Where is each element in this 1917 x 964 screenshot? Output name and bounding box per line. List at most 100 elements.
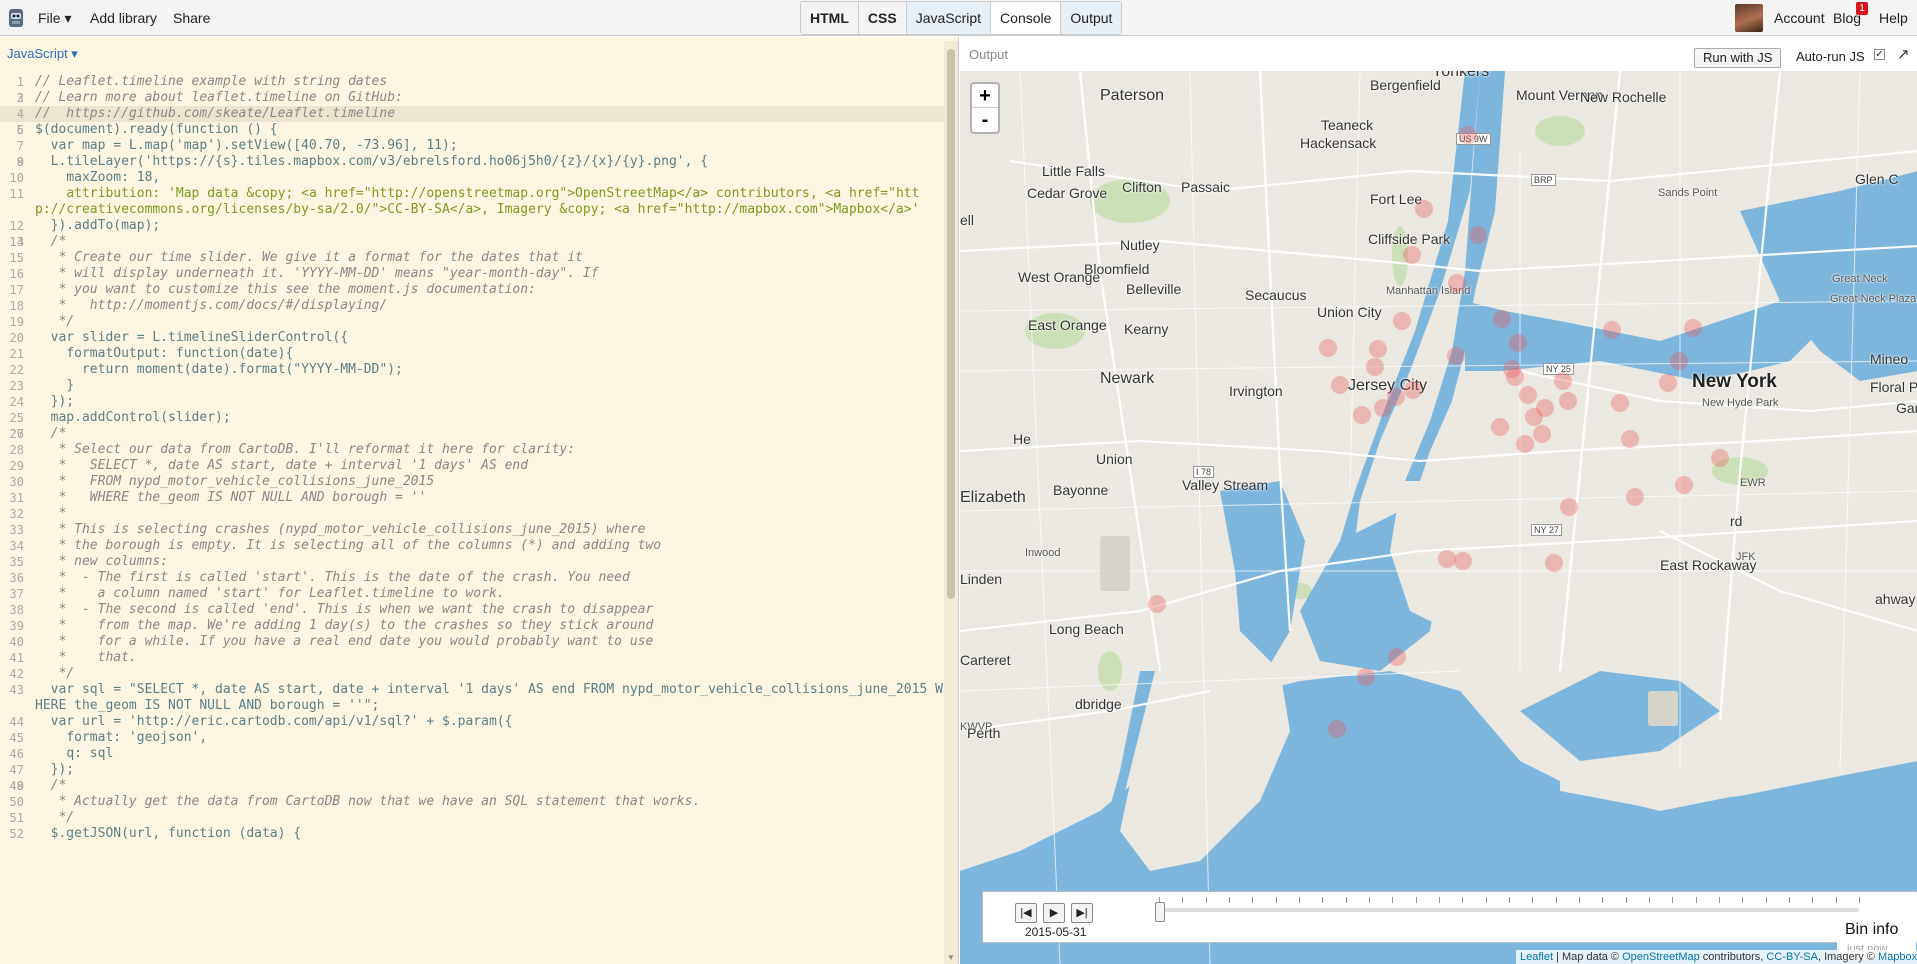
collision-marker[interactable] <box>1525 408 1543 426</box>
collision-marker[interactable] <box>1448 274 1466 292</box>
code-line[interactable]: 36 * - The first is called 'start'. This… <box>0 570 944 586</box>
collision-marker[interactable] <box>1393 312 1411 330</box>
timeline-end-button[interactable]: ▶| <box>1071 903 1093 923</box>
code-line[interactable]: 7 var map = L.map('map').setView([40.70,… <box>0 138 944 154</box>
collision-marker[interactable] <box>1711 449 1729 467</box>
collision-marker[interactable] <box>1415 200 1433 218</box>
code-line[interactable]: 4 // https://github.com/skeate/Leaflet.ti… <box>0 106 944 122</box>
code-line[interactable]: 37 * a column named 'start' for Leaflet.… <box>0 586 944 602</box>
collision-marker[interactable] <box>1493 310 1511 328</box>
code-line[interactable]: 42 */ <box>0 666 944 682</box>
code-line[interactable]: 16 * will display underneath it. 'YYYY-M… <box>0 266 944 282</box>
collision-marker[interactable] <box>1374 399 1392 417</box>
timeline-handle[interactable] <box>1155 902 1165 922</box>
code-line[interactable]: 34 * the borough is empty. It is selecti… <box>0 538 944 554</box>
tab-output[interactable]: Output <box>1061 2 1122 34</box>
code-line[interactable]: 17 * you want to customize this see the … <box>0 282 944 298</box>
avatar[interactable] <box>1735 4 1763 32</box>
collision-marker[interactable] <box>1331 376 1349 394</box>
timeline-start-button[interactable]: |◀ <box>1015 903 1037 923</box>
code-line[interactable]: 6 $(document).ready(function () { <box>0 122 944 138</box>
collision-marker[interactable] <box>1438 550 1456 568</box>
code-line[interactable]: 52 $.getJSON(url, function (data) { <box>0 826 944 842</box>
code-line[interactable]: 1 // Leaflet.timeline example with string… <box>0 74 944 90</box>
collision-marker[interactable] <box>1469 226 1487 244</box>
collision-marker[interactable] <box>1659 374 1677 392</box>
run-with-js-button[interactable]: Run with JS <box>1694 48 1782 68</box>
collision-marker[interactable] <box>1319 339 1337 357</box>
cc-by-sa-link[interactable]: CC-BY-SA <box>1766 951 1818 963</box>
collision-marker[interactable] <box>1404 381 1422 399</box>
code-line[interactable]: 40 * for a while. If you have a real end… <box>0 634 944 650</box>
code-line[interactable]: 49 /* <box>0 778 944 794</box>
zoom-in-button[interactable]: + <box>972 84 998 108</box>
collision-marker[interactable] <box>1366 358 1384 376</box>
code-line[interactable]: 25 map.addControl(slider); <box>0 410 944 426</box>
code-line[interactable]: 18 * http://momentjs.com/docs/#/displayi… <box>0 298 944 314</box>
autorun-checkbox[interactable]: ✓ <box>1874 49 1885 60</box>
code-editor[interactable]: 1 // Leaflet.timeline example with string… <box>0 74 944 842</box>
code-line[interactable]: 12 }).addTo(map); <box>0 218 944 234</box>
collision-marker[interactable] <box>1516 435 1534 453</box>
timeline-track[interactable] <box>1159 908 1859 912</box>
help-link[interactable]: Help <box>1879 0 1908 36</box>
collision-marker[interactable] <box>1675 476 1693 494</box>
collision-marker[interactable] <box>1533 425 1551 443</box>
code-line[interactable]: 9 L.tileLayer('https://{s}.tiles.mapbox.… <box>0 154 944 170</box>
collision-marker[interactable] <box>1545 554 1563 572</box>
collision-marker[interactable] <box>1447 347 1465 365</box>
tab-css[interactable]: CSS <box>858 2 907 34</box>
language-selector[interactable]: JavaScript ▾ <box>7 46 78 62</box>
code-line[interactable]: 43 var sql = "SELECT *, date AS start, d… <box>0 682 944 714</box>
code-line[interactable]: 47 }); <box>0 762 944 778</box>
file-menu[interactable]: File ▾ <box>38 0 71 36</box>
tab-console[interactable]: Console <box>991 2 1062 34</box>
timeline-play-button[interactable]: ▶ <box>1043 903 1065 923</box>
collision-marker[interactable] <box>1626 488 1644 506</box>
mapbox-link[interactable]: Mapbox <box>1878 951 1917 963</box>
code-line[interactable]: 3 // Learn more about leaflet.timeline on… <box>0 90 944 106</box>
code-line[interactable]: 33 * This is selecting crashes (nypd_mot… <box>0 522 944 538</box>
leaflet-map[interactable]: Bergenfield Yonkers Paterson Mount Vernon Ne… <box>960 71 1917 964</box>
collision-marker[interactable] <box>1684 319 1702 337</box>
collision-marker[interactable] <box>1611 394 1629 412</box>
collision-marker[interactable] <box>1559 392 1577 410</box>
add-library-menu[interactable]: Add library <box>90 0 157 36</box>
collision-marker[interactable] <box>1459 126 1477 144</box>
code-line[interactable]: 31 * WHERE the_geom IS NOT NULL AND boro… <box>0 490 944 506</box>
code-line[interactable]: 39 * from the map. We're adding 1 day(s)… <box>0 618 944 634</box>
collision-marker[interactable] <box>1353 406 1371 424</box>
code-line[interactable]: 45 format: 'geojson', <box>0 730 944 746</box>
expand-output-icon[interactable]: ↗ <box>1897 45 1910 63</box>
code-line[interactable]: 15 * Create our time slider. We give it … <box>0 250 944 266</box>
account-link[interactable]: Account <box>1774 0 1825 36</box>
zoom-out-button[interactable]: - <box>972 108 998 132</box>
collision-marker[interactable] <box>1388 648 1406 666</box>
collision-marker[interactable] <box>1560 498 1578 516</box>
collision-marker[interactable] <box>1554 372 1572 390</box>
osm-link[interactable]: OpenStreetMap <box>1622 951 1700 963</box>
scroll-down-arrow-icon[interactable]: ▼ <box>947 953 955 962</box>
collision-marker[interactable] <box>1148 595 1166 613</box>
editor-scrollbar[interactable]: ▼ <box>944 41 958 964</box>
collision-marker[interactable] <box>1519 386 1537 404</box>
collision-marker[interactable] <box>1509 334 1527 352</box>
code-line[interactable]: 11 attribution: 'Map data &copy; <a href… <box>0 186 944 218</box>
code-line[interactable]: 14 /* <box>0 234 944 250</box>
tab-html[interactable]: HTML <box>801 2 859 34</box>
code-line[interactable]: 27 /* <box>0 426 944 442</box>
collision-marker[interactable] <box>1491 418 1509 436</box>
leaflet-link[interactable]: Leaflet <box>1520 951 1553 963</box>
code-line[interactable]: 23 } <box>0 378 944 394</box>
tab-javascript[interactable]: JavaScript <box>906 2 992 34</box>
code-line[interactable]: 24 }); <box>0 394 944 410</box>
code-line[interactable]: 32 * <box>0 506 944 522</box>
code-line[interactable]: 22 return moment(date).format("YYYY-MM-D… <box>0 362 944 378</box>
code-line[interactable]: 29 * SELECT *, date AS start, date + int… <box>0 458 944 474</box>
code-line[interactable]: 20 var slider = L.timelineSliderControl(… <box>0 330 944 346</box>
collision-marker[interactable] <box>1369 340 1387 358</box>
jsbin-logo-icon[interactable] <box>6 7 26 29</box>
collision-marker[interactable] <box>1403 246 1421 264</box>
code-line[interactable]: 50 * Actually get the data from CartoDB … <box>0 794 944 810</box>
code-line[interactable]: 35 * new columns: <box>0 554 944 570</box>
